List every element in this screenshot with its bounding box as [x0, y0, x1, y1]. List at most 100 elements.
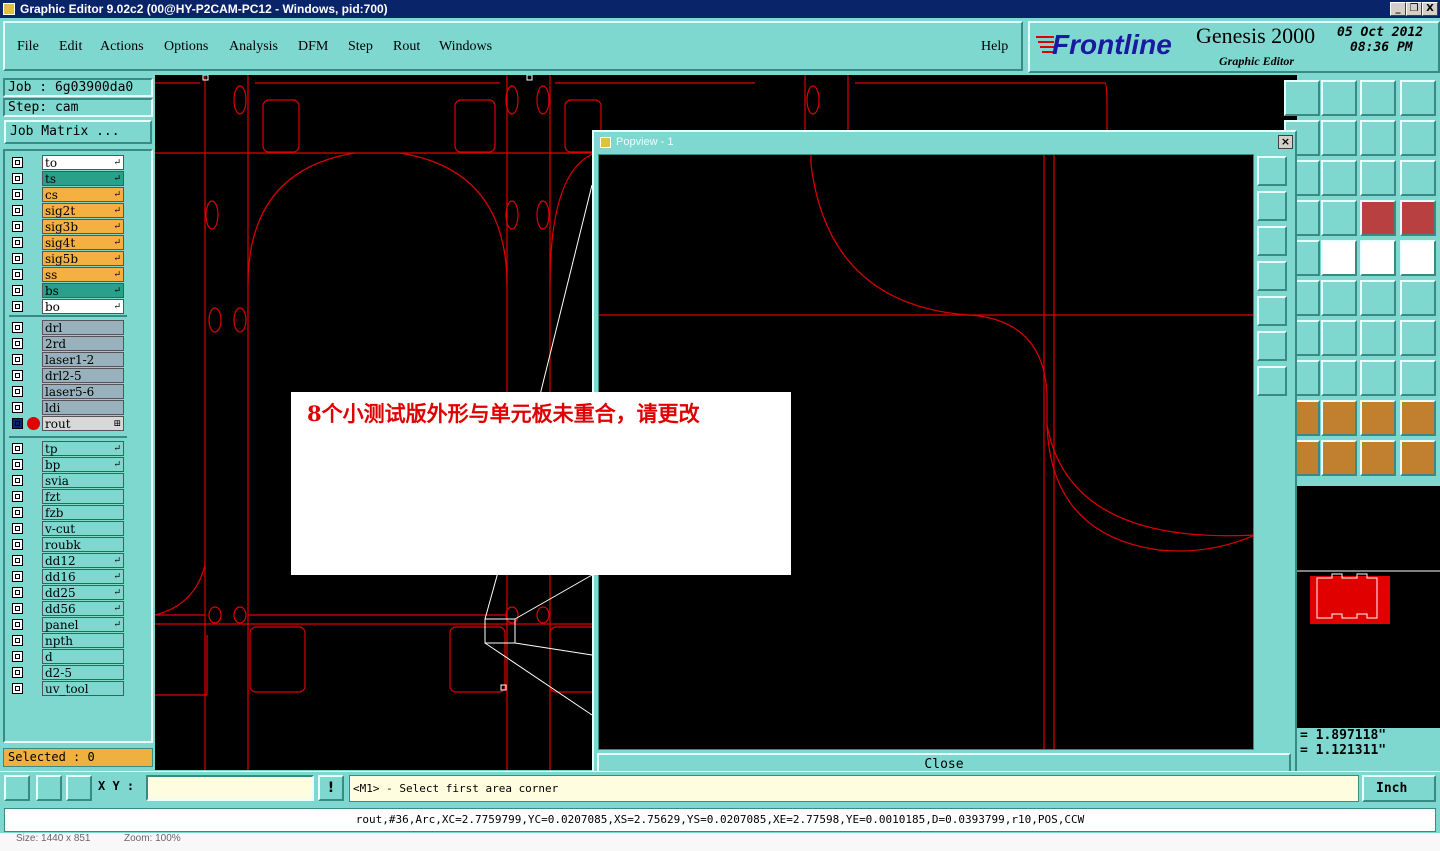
unit-selector[interactable]: Inch [1362, 775, 1436, 802]
layer-checkbox[interactable] [12, 507, 23, 518]
layer-name[interactable]: d [42, 649, 124, 664]
rect-select-icon[interactable] [1400, 360, 1436, 396]
home-icon[interactable] [1284, 80, 1320, 116]
move-point-icon[interactable] [1360, 280, 1396, 316]
layer-name[interactable]: npth [42, 633, 124, 648]
layer-name[interactable]: drl [42, 320, 124, 335]
layer-name[interactable]: drl2-5 [42, 368, 124, 383]
tri-b-icon[interactable] [1321, 400, 1357, 436]
layer-name[interactable]: dd12 ↵ [42, 553, 124, 568]
menu-options[interactable]: Options [164, 39, 208, 55]
layer-name[interactable]: ss ↵ [42, 267, 124, 282]
layer-name[interactable]: dd56 ↵ [42, 601, 124, 616]
tri-c-icon[interactable] [1360, 400, 1396, 436]
ruler-icon[interactable] [1360, 240, 1396, 276]
job-matrix-button[interactable]: Job Matrix ... [4, 120, 152, 144]
layer-checkbox[interactable] [12, 173, 23, 184]
layer-name[interactable]: rout ⊞ [42, 416, 124, 431]
menu-file[interactable]: File [17, 39, 39, 55]
house-icon[interactable] [1360, 80, 1396, 116]
cursor-b-icon[interactable] [1321, 440, 1357, 476]
layer-checkbox[interactable] [12, 475, 23, 486]
xy-input[interactable] [146, 775, 314, 801]
popview-close-icon[interactable]: × [1278, 135, 1293, 149]
swap-icon[interactable] [1360, 120, 1396, 156]
layer-name[interactable]: sig4t ↵ [42, 235, 124, 250]
layer-checkbox[interactable] [12, 221, 23, 232]
layer-name[interactable]: roubk [42, 537, 124, 552]
layer-name[interactable]: 2rd [42, 336, 124, 351]
layer-name[interactable]: to ↵ [42, 155, 124, 170]
warning-button[interactable]: ! [318, 775, 344, 801]
split-icon[interactable] [1321, 360, 1357, 396]
popview-fit-icon[interactable] [1257, 226, 1287, 256]
layer-checkbox[interactable] [12, 237, 23, 248]
line-draw-icon[interactable] [1321, 240, 1357, 276]
snap-icon[interactable] [4, 775, 30, 801]
layer-checkbox[interactable] [12, 370, 23, 381]
rotate-point-icon[interactable] [1400, 280, 1436, 316]
menu-help[interactable]: Help [981, 39, 1008, 55]
slash-icon[interactable] [1321, 320, 1357, 356]
menu-step[interactable]: Step [348, 39, 373, 55]
layer-checkbox[interactable] [12, 253, 23, 264]
layer-checkbox[interactable] [12, 301, 23, 312]
window-icon[interactable] [1400, 80, 1436, 116]
export-icon[interactable] [1321, 120, 1357, 156]
layer-name[interactable]: bs ↵ [42, 283, 124, 298]
layer-checkbox[interactable] [12, 635, 23, 646]
layer-checkbox[interactable] [12, 157, 23, 168]
scale-icon[interactable] [1360, 160, 1396, 196]
menu-analysis[interactable]: Analysis [229, 39, 278, 55]
layer-name[interactable]: sig5b ↵ [42, 251, 124, 266]
layer-name[interactable]: v-cut [42, 521, 124, 536]
layer-name[interactable]: laser5-6 [42, 384, 124, 399]
layer-checkbox[interactable] [12, 418, 23, 429]
layer-name[interactable]: laser1-2 [42, 352, 124, 367]
layer-name[interactable]: dd16 ↵ [42, 569, 124, 584]
layer-checkbox[interactable] [12, 459, 23, 470]
layer-checkbox[interactable] [12, 443, 23, 454]
popview-zoom-icon[interactable] [1257, 156, 1287, 186]
popview-pan-icon[interactable] [1257, 261, 1287, 291]
layer-checkbox[interactable] [12, 555, 23, 566]
arc-icon[interactable] [1360, 320, 1396, 356]
measure-box-icon[interactable] [1360, 360, 1396, 396]
layer-checkbox[interactable] [12, 603, 23, 614]
layer-name[interactable]: uv_tool [42, 681, 124, 696]
tri-d-icon[interactable] [1400, 400, 1436, 436]
menu-windows[interactable]: Windows [439, 39, 492, 55]
layer-checkbox[interactable] [12, 571, 23, 582]
layer-checkbox[interactable] [12, 491, 23, 502]
layer-name[interactable]: svia [42, 473, 124, 488]
layer-name[interactable]: d2-5 [42, 665, 124, 680]
layer-checkbox[interactable] [12, 587, 23, 598]
popview-zoom-in-icon[interactable] [1257, 331, 1287, 361]
layer-name[interactable]: bo ↵ [42, 299, 124, 314]
layer-checkbox[interactable] [12, 667, 23, 678]
layer-checkbox[interactable] [12, 322, 23, 333]
menu-rout[interactable]: Rout [393, 39, 420, 55]
ff-icon[interactable] [1400, 320, 1436, 356]
layer-name[interactable]: bp ↵ [42, 457, 124, 472]
popview-zoom-out-icon[interactable] [1257, 366, 1287, 396]
layer-name[interactable]: panel ↵ [42, 617, 124, 632]
layer-checkbox[interactable] [12, 402, 23, 413]
layer-checkbox[interactable] [12, 285, 23, 296]
cursor-c-icon[interactable] [1360, 440, 1396, 476]
traffic-icon[interactable] [1360, 200, 1396, 236]
grid-icon[interactable] [66, 775, 92, 801]
path-icon[interactable] [1400, 440, 1436, 476]
layer-checkbox[interactable] [12, 539, 23, 550]
layer-checkbox[interactable] [12, 386, 23, 397]
popview-home-icon[interactable] [1257, 191, 1287, 221]
layer-checkbox[interactable] [12, 205, 23, 216]
help-icon[interactable] [1400, 160, 1436, 196]
layer-checkbox[interactable] [12, 269, 23, 280]
layer-name[interactable]: sig2t ↵ [42, 203, 124, 218]
traffic-red-icon[interactable] [1400, 200, 1436, 236]
snake-icon[interactable] [1400, 120, 1436, 156]
popview-window-icon[interactable] [1257, 296, 1287, 326]
layer-name[interactable]: dd25 ↵ [42, 585, 124, 600]
layer-name[interactable]: tp ↵ [42, 441, 124, 456]
